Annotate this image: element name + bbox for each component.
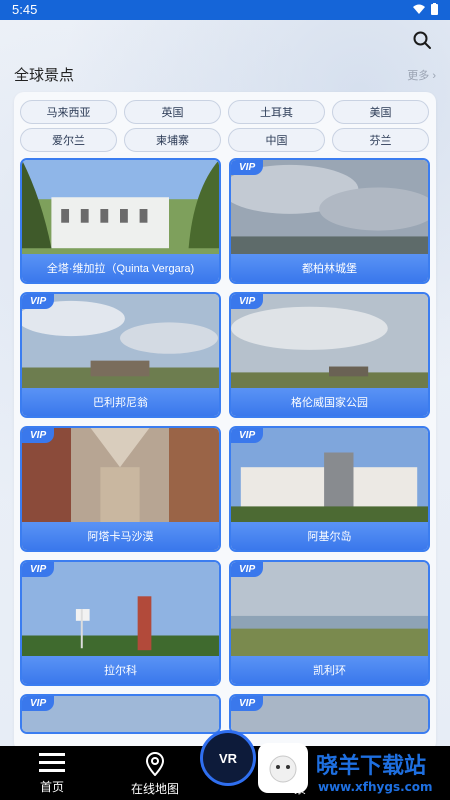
chip-country[interactable]: 柬埔寨	[124, 128, 221, 152]
attraction-label: 凯利环	[231, 656, 428, 684]
vip-badge: VIP	[22, 294, 55, 309]
status-time: 5:45	[12, 2, 38, 17]
vip-badge: VIP	[22, 696, 55, 711]
attraction-card[interactable]: VIP 阿基尔岛	[229, 426, 430, 552]
watermark: 晓羊下载站 www.xfhygs.com	[258, 743, 433, 794]
status-bar: 5:45	[0, 0, 450, 20]
attraction-card[interactable]: 全塔·维加拉（Quinta Vergara)	[20, 158, 221, 284]
chip-country[interactable]: 爱尔兰	[20, 128, 117, 152]
chip-country[interactable]: 马来西亚	[20, 100, 117, 124]
chip-country[interactable]: 英国	[124, 100, 221, 124]
vip-badge: VIP	[231, 428, 264, 443]
attraction-card[interactable]: VIP 阿塔卡马沙漠	[20, 426, 221, 552]
vip-badge: VIP	[231, 562, 264, 577]
map-pin-icon	[145, 752, 165, 776]
tab-home[interactable]: 首页	[12, 752, 92, 795]
attraction-label: 格伦威国家公园	[231, 388, 428, 416]
attraction-label: 全塔·维加拉（Quinta Vergara)	[22, 254, 219, 282]
attraction-label: 拉尔科	[22, 656, 219, 684]
vip-badge: VIP	[22, 428, 55, 443]
vr-button[interactable]: VR	[200, 730, 256, 786]
menu-icon	[39, 753, 65, 772]
chip-country[interactable]: 土耳其	[228, 100, 325, 124]
attraction-label: 阿基尔岛	[231, 522, 428, 550]
country-chips: 马来西亚 英国 土耳其 美国 爱尔兰 柬埔寨 中国 芬兰	[20, 100, 430, 152]
vip-badge: VIP	[231, 160, 264, 175]
attraction-card[interactable]: VIP 格伦威国家公园	[229, 292, 430, 418]
attraction-card[interactable]: VIP 凯利环	[229, 560, 430, 686]
attraction-label: 阿塔卡马沙漠	[22, 522, 219, 550]
attraction-card[interactable]: VIP	[20, 694, 221, 734]
battery-icon	[431, 3, 438, 15]
attraction-card[interactable]: VIP	[229, 694, 430, 734]
vip-badge: VIP	[22, 562, 55, 577]
attraction-grid: 全塔·维加拉（Quinta Vergara) VIP 都柏林城堡 VIP 巴利邦…	[20, 158, 430, 734]
attraction-card[interactable]: VIP 拉尔科	[20, 560, 221, 686]
attraction-card[interactable]: VIP 都柏林城堡	[229, 158, 430, 284]
chip-country[interactable]: 美国	[332, 100, 429, 124]
vip-badge: VIP	[231, 294, 264, 309]
status-icons	[413, 3, 438, 15]
attraction-label: 巴利邦尼翁	[22, 388, 219, 416]
watermark-url: www.xfhygs.com	[318, 780, 433, 794]
attraction-label: 都柏林城堡	[231, 254, 428, 282]
more-link[interactable]: 更多 ›	[407, 67, 436, 83]
vip-badge: VIP	[231, 696, 264, 711]
tab-home-label: 首页	[39, 780, 64, 794]
attractions-panel: 马来西亚 英国 土耳其 美国 爱尔兰 柬埔寨 中国 芬兰 全塔·维加拉（Quin…	[14, 92, 436, 752]
chip-country[interactable]: 芬兰	[332, 128, 429, 152]
watermark-text: 晓羊下载站	[316, 753, 426, 779]
wifi-icon	[413, 4, 425, 14]
tab-online-map[interactable]: 在线地图	[115, 752, 195, 797]
chip-country[interactable]: 中国	[228, 128, 325, 152]
attraction-card[interactable]: VIP 巴利邦尼翁	[20, 292, 221, 418]
tab-map-label: 在线地图	[130, 782, 179, 796]
section-title: 全球景点	[14, 67, 75, 84]
search-icon[interactable]	[412, 30, 432, 50]
